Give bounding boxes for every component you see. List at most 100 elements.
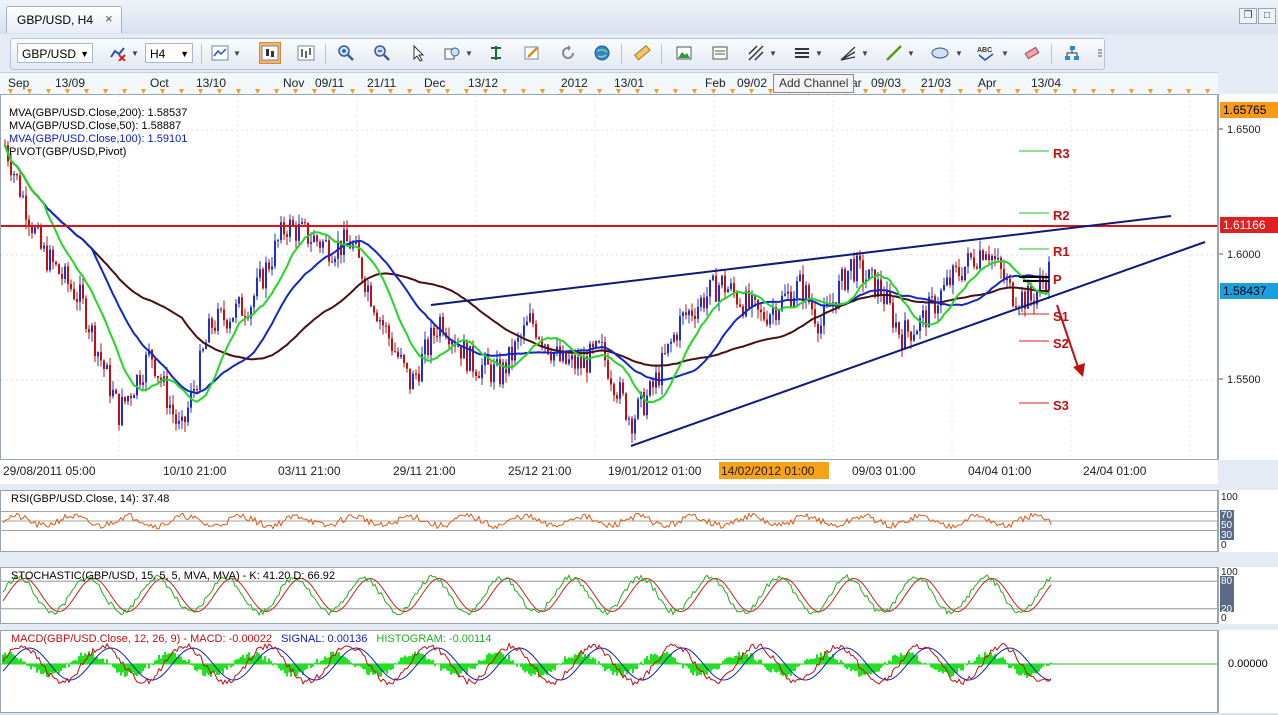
- candle-body: [127, 395, 129, 402]
- candle-body: [388, 325, 390, 339]
- bar-chart-icon[interactable]: [295, 42, 317, 64]
- macd-histogram-bar: [732, 657, 734, 665]
- candle-body: [289, 219, 291, 237]
- candle-body: [220, 308, 222, 310]
- macd-histogram-bar: [344, 656, 346, 665]
- time-axis-label: 24/04 01:00: [1083, 464, 1147, 478]
- pitchfork-icon[interactable]: [745, 42, 767, 64]
- candle-body: [217, 308, 219, 331]
- tree-icon[interactable]: [1061, 42, 1083, 64]
- globe-icon[interactable]: [591, 42, 613, 64]
- zoom-out-icon[interactable]: [371, 42, 393, 64]
- price-chart[interactable]: R3R2R1PS1S2S3 MVA(GBP/USD.Close,200): 1.…: [0, 94, 1218, 460]
- candle-body: [187, 407, 189, 423]
- macd-histogram-bar: [268, 658, 270, 665]
- macd-histogram-bar: [842, 662, 844, 665]
- candle-body: [265, 262, 267, 289]
- macd-histogram-bar: [256, 651, 258, 665]
- macd-histogram-bar: [960, 664, 962, 671]
- ruler-icon[interactable]: [631, 42, 653, 64]
- symbol-select[interactable]: GBP/USD ▼: [17, 43, 93, 63]
- candle-body: [874, 269, 876, 297]
- macd-histogram-bar: [812, 658, 814, 665]
- candle-body: [823, 305, 825, 326]
- macd-histogram-bar: [656, 655, 658, 665]
- close-icon[interactable]: ×: [105, 11, 113, 26]
- eraser-icon[interactable]: [1021, 42, 1043, 64]
- macd-histogram-bar: [682, 664, 684, 669]
- drawing-icon[interactable]: [521, 42, 543, 64]
- stochastic-panel[interactable]: STOCHASTIC(GBP/USD, 15, 5, 5, MVA, MVA) …: [0, 567, 1218, 624]
- candle-body: [436, 335, 438, 337]
- candle-body: [1039, 277, 1041, 291]
- chevron-down-icon[interactable]: ▼: [815, 49, 823, 58]
- line-chart-icon[interactable]: [209, 42, 231, 64]
- macd-histogram-bar: [58, 664, 60, 674]
- candle-body: [979, 250, 981, 269]
- candle-body: [418, 373, 420, 382]
- trendline-icon[interactable]: [883, 42, 905, 64]
- chart-toolbar: GBP/USD ▼ ▼ H4 ▼ ▼ ▼ ▼ ▼ ▼ ▼ ▼ ABC ▼: [10, 38, 1105, 70]
- restore-icon[interactable]: ❐: [1239, 8, 1257, 24]
- candle-body: [976, 266, 978, 269]
- timeframe-select[interactable]: H4 ▼: [145, 43, 193, 63]
- macd-histogram-bar: [1042, 664, 1044, 667]
- candle-body: [691, 310, 693, 316]
- price-axis[interactable]: 1.6500 1.6000 1.5500 1.65765 1.61166 1.58437: [1218, 94, 1278, 460]
- macd-histogram-bar: [884, 662, 886, 665]
- macd-histogram-bar: [220, 664, 222, 672]
- macd-histogram-bar: [432, 660, 434, 665]
- candle-body: [1009, 278, 1011, 283]
- chart-tab[interactable]: GBP/USD, H4 ×: [6, 6, 122, 33]
- chevron-down-icon[interactable]: ▼: [907, 49, 915, 58]
- cursor-icon[interactable]: [407, 42, 429, 64]
- rsi-panel[interactable]: RSI(GBP/USD.Close, 14): 37.48: [0, 490, 1218, 552]
- picture-icon[interactable]: [673, 42, 695, 64]
- macd-panel[interactable]: MACD(GBP/USD.Close, 12, 26, 9) - MACD: -…: [0, 630, 1218, 713]
- macd-histogram-bar: [936, 664, 938, 670]
- macd-histogram-bar: [792, 664, 794, 672]
- text-icon[interactable]: ABC: [975, 42, 997, 64]
- macd-histogram-bar: [836, 659, 838, 665]
- time-axis[interactable]: 29/08/2011 05:00 10/10 21:00 03/11 21:00 29…: [0, 460, 1218, 484]
- candle-body: [886, 290, 888, 304]
- chevron-down-icon[interactable]: ▼: [955, 49, 963, 58]
- macd-histogram-bar: [612, 664, 614, 676]
- candle-body: [967, 253, 969, 267]
- chevron-down-icon[interactable]: ▼: [1001, 49, 1009, 58]
- legend-entry: MVA(GBP/USD.Close,100): 1.59101: [9, 133, 188, 145]
- candle-chart-icon[interactable]: [259, 42, 281, 64]
- macd-histogram-bar: [1018, 664, 1020, 676]
- maximize-icon[interactable]: □: [1258, 8, 1276, 24]
- ellipse-icon[interactable]: [929, 42, 951, 64]
- candle-body: [58, 264, 60, 274]
- zoom-in-icon[interactable]: [335, 42, 357, 64]
- candle-body: [457, 346, 459, 348]
- chevron-down-icon[interactable]: ▼: [233, 49, 241, 58]
- horizontal-lines-icon[interactable]: [791, 42, 813, 64]
- macd-histogram-bar: [398, 661, 400, 665]
- macd-histogram-bar: [240, 656, 242, 665]
- refresh-icon[interactable]: [557, 42, 579, 64]
- candle-body: [721, 275, 723, 286]
- chevron-down-icon[interactable]: ▼: [131, 49, 139, 58]
- macd-histogram-bar: [312, 664, 314, 667]
- time-axis-label: 09/03 01:00: [852, 464, 916, 478]
- crossed-chart-icon[interactable]: [107, 42, 129, 64]
- chevron-down-icon[interactable]: ▼: [769, 49, 777, 58]
- candle-body: [433, 327, 435, 336]
- more-icon[interactable]: [1089, 42, 1111, 64]
- template-icon[interactable]: [709, 42, 731, 64]
- macd-histogram-bar: [34, 664, 36, 668]
- indicator-icon[interactable]: [441, 42, 463, 64]
- time-axis-label: 29/08/2011 05:00: [3, 464, 96, 478]
- macd-histogram-bar: [648, 660, 650, 665]
- chevron-down-icon[interactable]: ▼: [465, 49, 473, 58]
- period-separator-icon[interactable]: [485, 42, 507, 64]
- macd-histogram-bar: [968, 660, 970, 665]
- macd-histogram-bar: [934, 664, 936, 670]
- macd-histogram-bar: [150, 663, 152, 665]
- chevron-down-icon[interactable]: ▼: [861, 49, 869, 58]
- macd-histogram-bar: [342, 656, 344, 665]
- fan-icon[interactable]: [837, 42, 859, 64]
